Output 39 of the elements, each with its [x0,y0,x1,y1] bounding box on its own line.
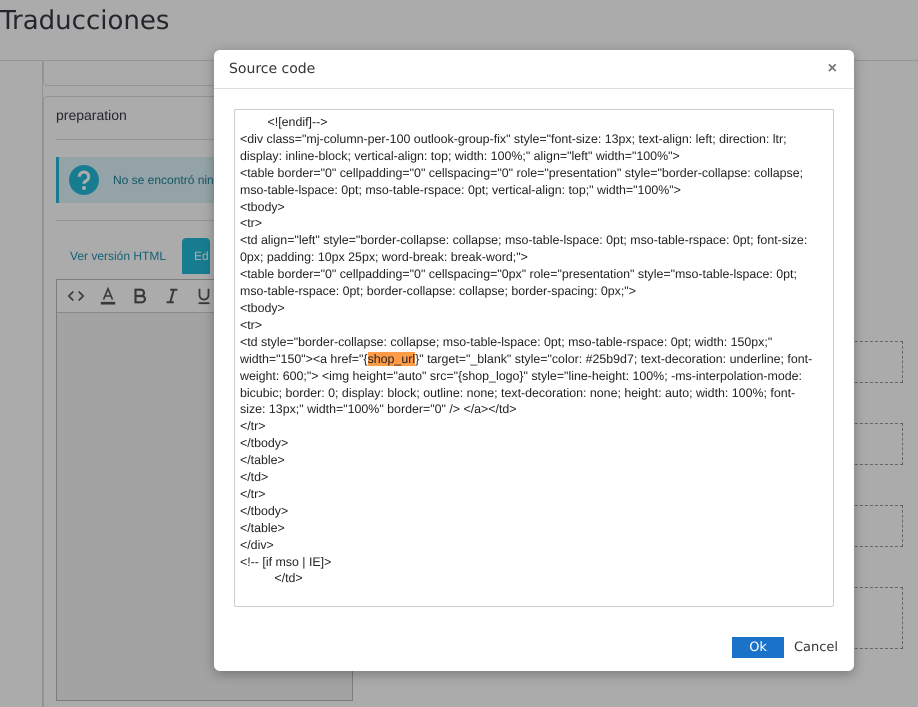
alert-message: No se encontró nin [113,173,214,187]
code-line: width="150"><a href="{shop_url}" target="_blank" style="color: #25b9d7; text-decoration: underline; font- [240,352,812,366]
code-line: </div> [240,538,274,552]
code-line: </td> [240,470,268,484]
code-line: <tr> [240,216,262,230]
code-line: <!-- [if mso | IE]> [240,554,332,569]
code-line: </tr> [240,419,266,434]
close-button[interactable]: × [826,60,839,78]
panel-title: preparation [56,107,127,125]
code-line: <div class="mj-column-per-100 outlook-group-fix" style="font-size: 13px; text-align: left; direction: ltr; [240,132,787,146]
code-line: display: inline-block; vertical-align: top; width: 100%;" align="left" width="100%"> [240,148,680,163]
code-field[interactable] [234,109,834,607]
code-line: <table border="0" cellpadding="0" cellspacing="0" role="presentation" style="border-collapse: collapse; [240,166,804,180]
view-tab[interactable]: Ver versión HTML [56,238,180,274]
page-title: Traducciones [0,5,170,38]
code-line: </tbody> [240,436,288,450]
code-line: <table border="0" cellpadding="0" cellspacing="0px" role="presentation" style="mso-table-lspace: 0pt; [240,267,797,282]
code-line: </table> [240,453,285,468]
code-line: size: 13px;" width="100%" border="0" /> </a></td> [240,402,517,416]
code-line: <td style="border-collapse: collapse; mso-table-lspace: 0pt; mso-table-rspace: 0pt; width: 150px;" [240,334,772,349]
question-icon [69,165,99,195]
text-color-icon[interactable] [99,287,117,305]
code-line: mso-table-lspace: 0pt; mso-table-rspace: 0pt; vertical-align: top;" width="100%"> [240,182,681,197]
code-line: </table> [240,520,285,535]
code-line: <tbody> [240,200,285,214]
code-line: mso-table-rspace: 0pt; border-collapse: collapse; border-spacing: 0px;"> [240,284,636,298]
ok-button[interactable]: Ok [732,637,784,658]
code-line: <![endif]--> [266,115,328,129]
code-line: 0px; padding: 10px 25px; word-break: break-word;"> [240,250,528,264]
code-line: <td align="left" style="border-collapse: collapse; mso-table-lspace: 0pt; mso-table-rspace: 0pt; font-size: [240,233,808,248]
dialog-title: Source code [229,61,316,77]
cancel-button[interactable]: Cancel [788,637,838,658]
code-line: <tr> [240,318,262,332]
code-line: bicubic; border: 0; display: block; outline: none; text-decoration: none; height: auto; width: 100%; font- [240,386,796,400]
code-line: weight: 600;"> <img height="auto" src="{shop_logo}" style="line-height: 100%; -ms-interpolation-mode: [240,368,802,383]
code-line: </td> [273,571,303,586]
code-line: </tbody> [240,504,288,518]
code-line: <tbody> [240,300,285,315]
code-line: </tr> [240,486,266,501]
